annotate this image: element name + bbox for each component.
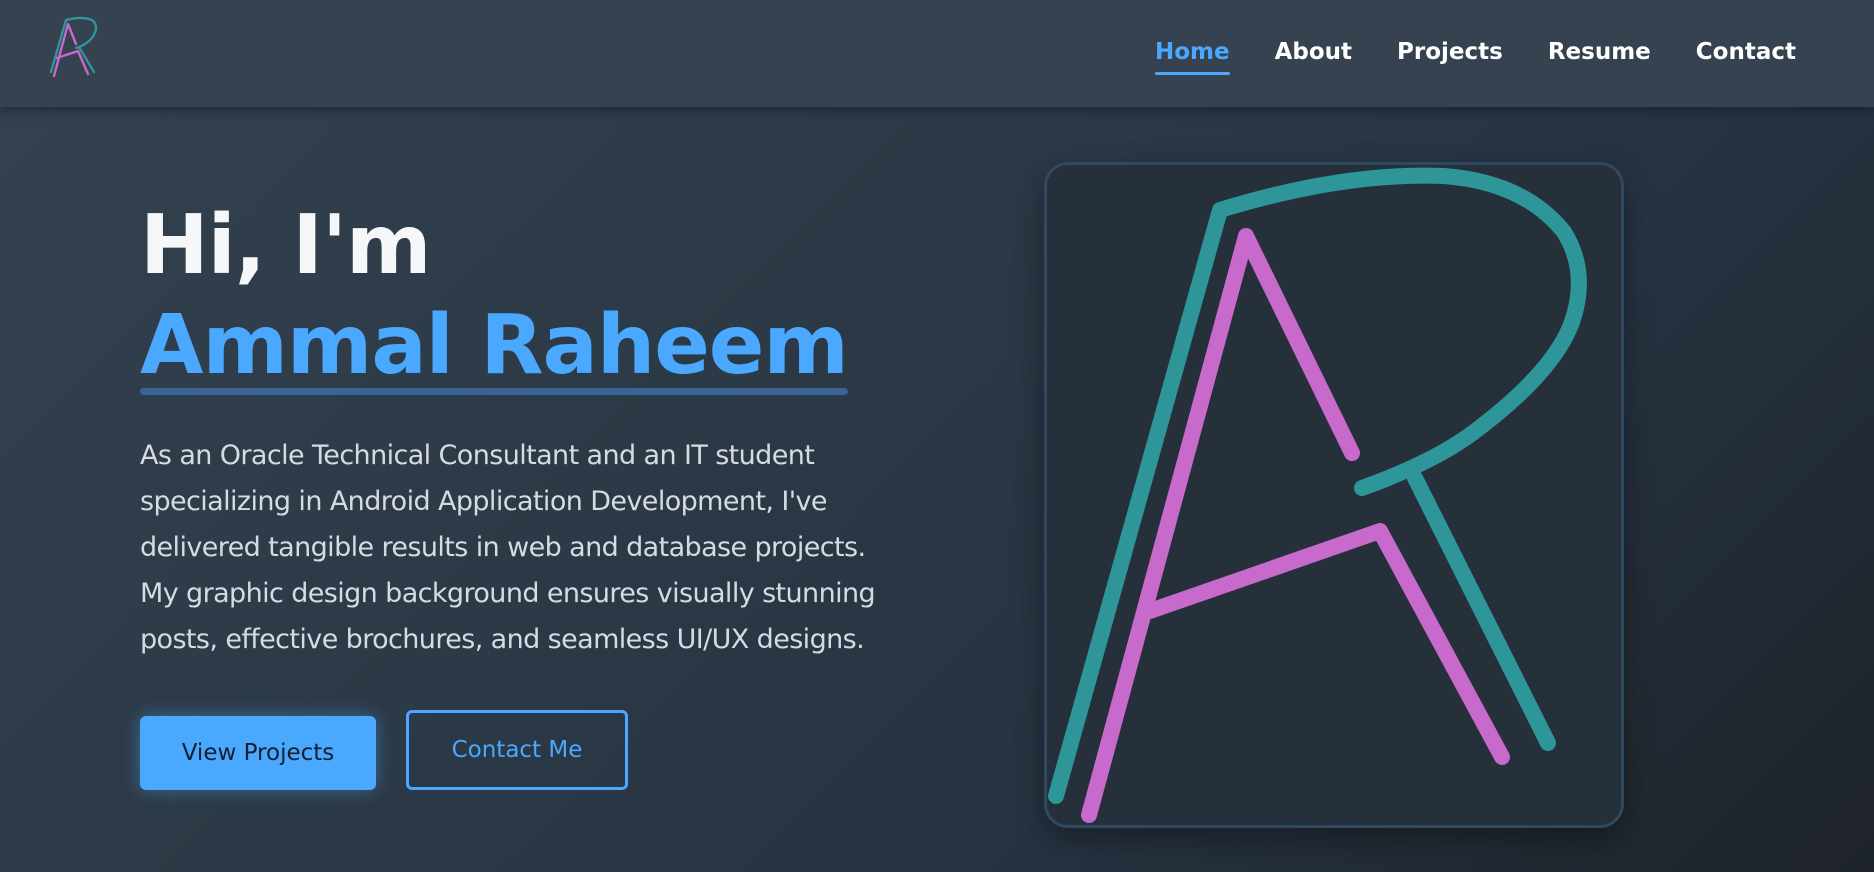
hero-bio: As an Oracle Technical Consultant and an… <box>140 440 876 655</box>
nav-links: Home About Projects Resume Contact <box>1154 0 1796 107</box>
hero-logo-card <box>1044 162 1624 828</box>
ar-monogram-logo-icon[interactable] <box>48 14 106 78</box>
view-projects-button[interactable]: View Projects <box>140 716 376 790</box>
hero-buttons: View Projects Contact Me <box>140 710 628 790</box>
nav-resume[interactable]: Resume <box>1548 39 1651 69</box>
nav-home[interactable]: Home <box>1154 39 1230 75</box>
nav-about[interactable]: About <box>1275 39 1352 69</box>
navbar: Home About Projects Resume Contact <box>0 0 1874 107</box>
ar-monogram-icon <box>1048 167 1587 823</box>
nav-projects[interactable]: Projects <box>1397 39 1503 69</box>
hero-name: Ammal Raheem <box>140 298 849 395</box>
nav-contact[interactable]: Contact <box>1696 39 1796 69</box>
hero-greeting: Hi, I'm <box>140 198 432 293</box>
contact-me-button[interactable]: Contact Me <box>406 710 628 790</box>
hero-section: Hi, I'm Ammal Raheem As an Oracle Techni… <box>140 205 900 663</box>
